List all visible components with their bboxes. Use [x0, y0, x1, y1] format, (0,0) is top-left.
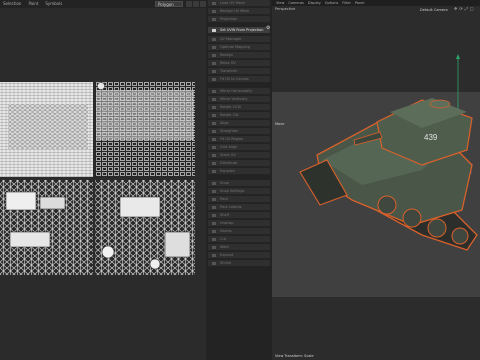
command-icon	[212, 138, 216, 141]
command-icon	[212, 230, 216, 233]
command-item[interactable]: Align	[208, 120, 270, 127]
uv-island-region	[96, 90, 194, 140]
command-item[interactable]: Shelf	[208, 212, 270, 219]
command-item[interactable]: Equalize	[208, 168, 270, 175]
command-item[interactable]: Projection	[208, 16, 270, 23]
command-item[interactable]: Mirror Vertically	[208, 96, 270, 103]
command-icon	[212, 162, 216, 165]
command-icon	[212, 78, 216, 81]
tank-model[interactable]: 439	[272, 0, 480, 360]
uv-island	[39, 196, 66, 210]
command-icon	[212, 222, 216, 225]
gear-icon[interactable]: ⚙	[266, 26, 271, 31]
command-icon	[212, 206, 216, 209]
command-item[interactable]: Weld	[208, 244, 270, 251]
command-icon	[212, 254, 216, 257]
selection-mode-dropdown[interactable]: Polygon	[155, 1, 183, 7]
uv-island-region	[8, 104, 88, 149]
command-item[interactable]: Rotate CW	[208, 112, 270, 119]
command-icon	[212, 18, 216, 21]
uv-island-region	[95, 180, 195, 275]
uv-tool-icon[interactable]	[186, 1, 192, 7]
command-icon	[212, 114, 216, 117]
uv-island-circle	[101, 245, 115, 259]
tank-wheel	[451, 227, 469, 245]
command-icon	[212, 146, 216, 149]
menu-selection[interactable]: Selection	[3, 1, 21, 6]
tank-hatch	[429, 99, 451, 109]
uv-island	[164, 231, 191, 258]
command-icon	[212, 70, 216, 73]
command-item[interactable]: Stack UV	[208, 152, 270, 159]
command-icon	[212, 214, 216, 217]
command-item[interactable]: Transform	[208, 68, 270, 75]
command-item[interactable]: Rotate CCW	[208, 104, 270, 111]
command-item[interactable]: Shrink	[208, 260, 270, 267]
command-icon	[212, 154, 216, 157]
command-icon	[212, 98, 216, 101]
svg-text:439: 439	[424, 133, 438, 142]
uv-island	[5, 191, 37, 211]
uv-island-circle	[97, 82, 105, 90]
uv-island	[119, 196, 161, 218]
command-item[interactable]: Pack Islands	[208, 204, 270, 211]
command-icon	[212, 130, 216, 133]
uv-island-circle	[149, 258, 161, 270]
command-icon	[212, 2, 216, 5]
command-item[interactable]: Expand	[208, 252, 270, 259]
menu-symbols[interactable]: Symbols	[45, 1, 62, 6]
command-icon	[212, 122, 216, 125]
command-item[interactable]: Pack	[208, 196, 270, 203]
command-item[interactable]: Realign UV Mesh	[208, 8, 270, 15]
command-icon	[212, 90, 216, 93]
command-item[interactable]: UV Manager	[208, 36, 270, 43]
command-item[interactable]: Grid Align	[208, 144, 270, 151]
command-icon	[212, 54, 216, 57]
command-item[interactable]: Straighten	[208, 128, 270, 135]
tank-wheel	[427, 218, 447, 238]
command-item[interactable]: Mirror Horizontally	[208, 88, 270, 95]
command-icon	[212, 190, 216, 193]
command-item[interactable]: Snap Settings	[208, 188, 270, 195]
command-icon	[212, 198, 216, 201]
command-icon	[212, 182, 216, 185]
command-item[interactable]: Load UV Mesh	[208, 0, 270, 7]
command-item[interactable]: Seams	[208, 228, 270, 235]
uv-tool-icon[interactable]	[193, 1, 199, 7]
menu-paint[interactable]: Paint	[28, 1, 38, 6]
command-item[interactable]: Snap	[208, 180, 270, 187]
tank-wheel	[402, 208, 422, 228]
command-icon	[212, 262, 216, 265]
command-item[interactable]: Fit UV Region	[208, 136, 270, 143]
viewport-status: View Transform: Scale	[275, 354, 314, 358]
command-item[interactable]: Cut	[208, 236, 270, 243]
command-item[interactable]: Fit UV to Canvas	[208, 76, 270, 83]
command-icon	[212, 170, 216, 173]
command-icon	[212, 246, 216, 249]
command-item-set-uvw-from-projection[interactable]: Set UVW From Projection	[208, 27, 270, 34]
command-icon	[212, 29, 216, 32]
uv-canvas[interactable]	[0, 82, 200, 277]
command-icon	[212, 238, 216, 241]
command-icon	[212, 106, 216, 109]
command-item[interactable]: Distribute	[208, 160, 270, 167]
tank-wheel	[377, 195, 397, 215]
command-icon	[212, 46, 216, 49]
command-icon	[212, 62, 216, 65]
gizmo-y-arrow	[456, 54, 460, 59]
command-item[interactable]: Unwrap	[208, 220, 270, 227]
command-icon	[212, 10, 216, 13]
command-item[interactable]: Optimal Mapping	[208, 44, 270, 51]
command-item[interactable]: Relax UV	[208, 60, 270, 67]
command-item[interactable]: Realign	[208, 52, 270, 59]
uv-island	[9, 231, 51, 248]
command-icon	[212, 38, 216, 41]
